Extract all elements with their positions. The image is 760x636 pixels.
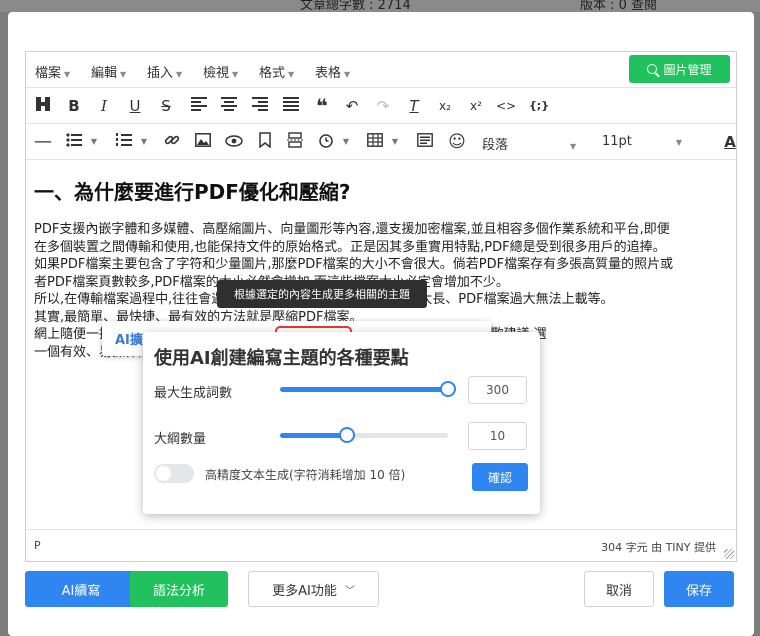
max-words-slider-fill bbox=[280, 387, 448, 392]
chevron-down-icon[interactable]: ▼ bbox=[336, 132, 356, 152]
search-icon bbox=[647, 64, 658, 74]
outline-count-label: 大綱數量 bbox=[154, 432, 207, 447]
more-ai-label: 更多AI功能 bbox=[272, 583, 337, 599]
outline-count-slider-fill bbox=[280, 433, 347, 438]
menu-edit[interactable]: 編輯 ▼ bbox=[91, 62, 126, 81]
outline-count-input[interactable]: 10 bbox=[468, 422, 527, 450]
blockquote-icon[interactable]: ❝ bbox=[312, 96, 332, 116]
high-precision-label: 高精度文本生成(字符消耗增加 10 倍) bbox=[205, 468, 406, 482]
chevron-down-icon: ▼ bbox=[120, 70, 127, 79]
strikethrough-icon[interactable]: S bbox=[156, 96, 176, 116]
outline-count-slider-thumb[interactable] bbox=[339, 427, 355, 443]
chevron-down-icon: ▼ bbox=[64, 70, 71, 79]
align-center-icon[interactable] bbox=[219, 96, 239, 116]
chevron-down-icon[interactable]: ▼ bbox=[134, 132, 154, 152]
save-button[interactable]: 保存 bbox=[664, 571, 734, 607]
format-painter-icon[interactable] bbox=[33, 96, 53, 116]
bold-icon[interactable]: B bbox=[64, 96, 84, 116]
superscript-icon[interactable]: x² bbox=[466, 96, 486, 116]
ai-continue-button[interactable]: AI續寫 bbox=[25, 571, 137, 607]
table-icon[interactable] bbox=[365, 132, 385, 152]
menu-view[interactable]: 檢視 ▼ bbox=[203, 62, 238, 81]
chevron-down-icon[interactable]: ▼ bbox=[385, 132, 405, 152]
max-words-slider-thumb[interactable] bbox=[440, 381, 456, 397]
max-words-input[interactable]: 300 bbox=[468, 376, 527, 404]
max-words-label: 最大生成詞數 bbox=[154, 386, 233, 401]
chevron-down-icon[interactable]: ▼ bbox=[84, 132, 104, 152]
numbered-list-icon[interactable] bbox=[114, 132, 134, 152]
toolbar-row-2: — ▼ ▼ ▼ ▼ ☺ 段落 ▼ 11pt ▼ A bbox=[26, 124, 736, 160]
clear-format-icon[interactable]: T bbox=[404, 96, 424, 116]
horizontal-line-icon[interactable]: — bbox=[33, 132, 53, 152]
character-count: 304 字元 由 TINY 提供 bbox=[601, 541, 716, 554]
menu-insert-label: 插入 bbox=[147, 66, 174, 81]
subscript-icon[interactable]: x₂ bbox=[435, 96, 455, 116]
code-icon[interactable]: <> bbox=[496, 96, 516, 116]
chevron-down-icon: ▼ bbox=[232, 70, 239, 79]
menu-insert[interactable]: 插入 ▼ bbox=[147, 62, 182, 81]
align-left-icon[interactable] bbox=[189, 96, 209, 116]
background-left-strip bbox=[0, 12, 8, 636]
toggle-knob bbox=[156, 466, 171, 481]
menu-format[interactable]: 格式 ▼ bbox=[259, 62, 294, 81]
menu-table[interactable]: 表格 ▼ bbox=[315, 62, 350, 81]
tooltip: 根據選定的內容生成更多相關的主題 bbox=[217, 280, 427, 308]
paragraph-line: 在多個裝置之間傳輸和使用,也能保持文件的原始格式。正是因其多重實用特點,PDF總… bbox=[34, 239, 666, 255]
grammar-analysis-button[interactable]: 語法分析 bbox=[130, 571, 228, 607]
align-justify-icon[interactable] bbox=[281, 96, 301, 116]
chevron-down-icon: ▼ bbox=[344, 70, 351, 79]
bullet-list-icon[interactable] bbox=[64, 132, 84, 152]
italic-icon[interactable]: I bbox=[94, 96, 114, 116]
high-precision-toggle[interactable] bbox=[154, 464, 194, 483]
chevron-down-icon: ▼ bbox=[675, 138, 683, 147]
ai-topic-settings-popup: 使用AI創建編寫主題的各種要點 最大生成詞數 300 大綱數量 10 高精度文本… bbox=[143, 332, 540, 514]
text-color-icon[interactable]: A bbox=[720, 132, 740, 152]
menu-format-label: 格式 bbox=[259, 66, 286, 81]
font-size-dropdown[interactable]: 11pt ▼ bbox=[602, 134, 682, 149]
align-right-icon[interactable] bbox=[250, 96, 270, 116]
element-path[interactable]: P bbox=[34, 539, 41, 552]
resize-handle-icon[interactable] bbox=[724, 549, 734, 559]
image-manage-label: 圖片管理 bbox=[663, 62, 712, 77]
popup-title: 使用AI創建編寫主題的各種要點 bbox=[154, 348, 409, 369]
document-heading: 一、為什麼要進行PDF優化和壓縮? bbox=[34, 180, 351, 204]
paragraph-line: PDF支援內嵌字體和多媒體、高壓縮圖片、向量圖形等內容,還支援加密檔案,並且相容… bbox=[34, 222, 670, 237]
editor-modal: 檔案 ▼ 編輯 ▼ 插入 ▼ 檢視 ▼ 格式 ▼ 表格 ▼ 圖片管理 B I U S bbox=[8, 12, 754, 636]
font-size-label: 11pt bbox=[602, 134, 632, 149]
background-right-strip bbox=[754, 12, 760, 636]
more-ai-dropdown[interactable]: 更多AI功能 ﹀ bbox=[248, 571, 379, 607]
redo-icon[interactable]: ↷ bbox=[373, 96, 393, 116]
menu-table-label: 表格 bbox=[315, 66, 342, 81]
toolbar-row-1: B I U S ❝ ↶ ↷ T x₂ x² <> {;} bbox=[26, 88, 736, 124]
undo-icon[interactable]: ↶ bbox=[342, 96, 362, 116]
template-icon[interactable]: {;} bbox=[527, 96, 551, 116]
underline-icon[interactable]: U bbox=[125, 96, 145, 116]
menu-file[interactable]: 檔案 ▼ bbox=[35, 62, 70, 81]
paragraph-format-dropdown[interactable]: 段落 ▼ bbox=[482, 134, 576, 153]
preview-eye-icon[interactable] bbox=[224, 132, 244, 152]
page-break-icon[interactable] bbox=[285, 132, 305, 152]
chevron-down-icon: ▼ bbox=[288, 70, 295, 79]
image-manage-button[interactable]: 圖片管理 bbox=[629, 55, 730, 83]
editor-statusbar: P 304 字元 由 TINY 提供 bbox=[26, 529, 736, 561]
chevron-down-icon: ﹀ bbox=[344, 585, 355, 597]
bookmark-icon[interactable] bbox=[255, 132, 275, 152]
outline-count-slider[interactable] bbox=[280, 427, 448, 443]
emoji-icon[interactable]: ☺ bbox=[447, 132, 467, 152]
chevron-down-icon: ▼ bbox=[570, 142, 577, 151]
clock-icon[interactable] bbox=[316, 132, 336, 152]
chevron-down-icon: ▼ bbox=[176, 70, 183, 79]
paragraph-format-label: 段落 bbox=[482, 138, 509, 153]
editor-menubar: 檔案 ▼ 編輯 ▼ 插入 ▼ 檢視 ▼ 格式 ▼ 表格 ▼ 圖片管理 bbox=[26, 52, 736, 88]
paragraph-line: 如果PDF檔案主要包含了字符和少量圖片,那麼PDF檔案的大小不會很大。倘若PDF… bbox=[34, 257, 674, 272]
confirm-button[interactable]: 確認 bbox=[472, 463, 528, 491]
link-icon[interactable] bbox=[162, 132, 182, 152]
max-words-slider[interactable] bbox=[280, 381, 456, 397]
menu-edit-label: 編輯 bbox=[91, 66, 118, 81]
text-block-icon[interactable] bbox=[415, 132, 435, 152]
menu-file-label: 檔案 bbox=[35, 66, 62, 81]
menu-view-label: 檢視 bbox=[203, 66, 230, 81]
cancel-button[interactable]: 取消 bbox=[584, 571, 654, 607]
image-icon[interactable] bbox=[193, 132, 213, 152]
